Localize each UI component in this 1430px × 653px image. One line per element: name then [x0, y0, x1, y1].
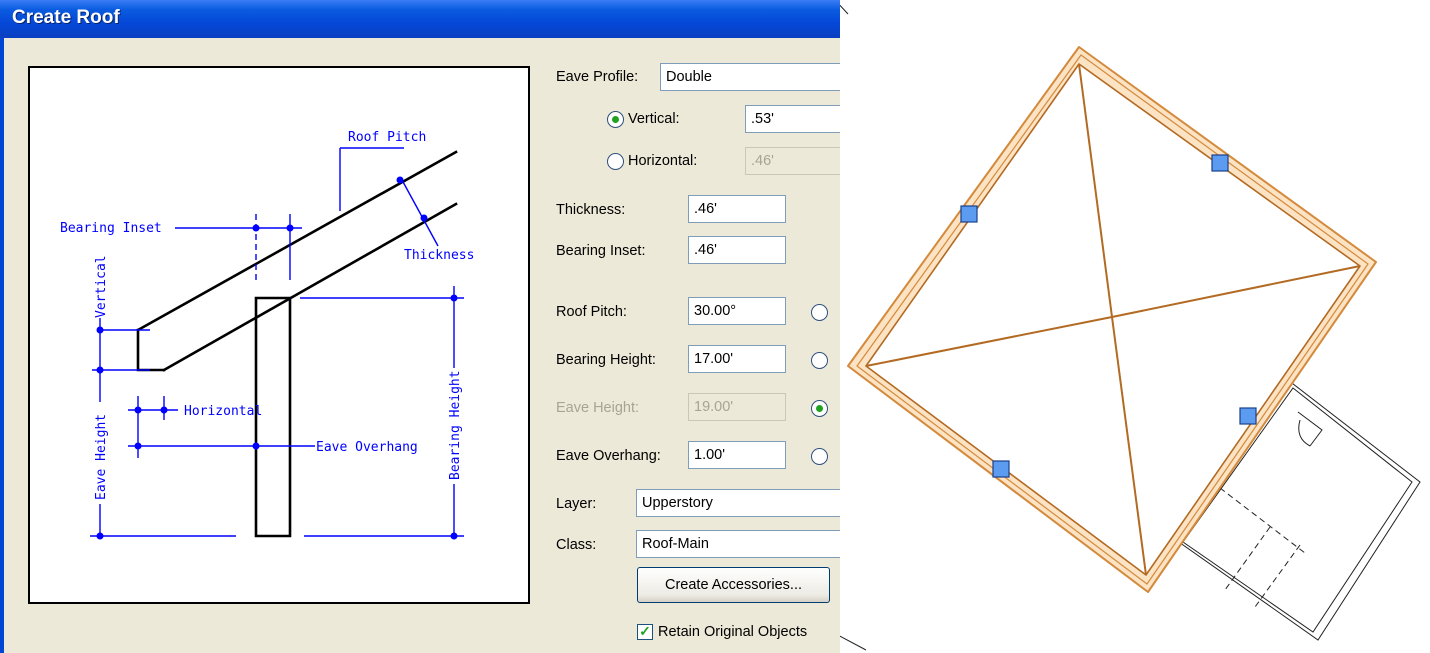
- edit-handle-bottom[interactable]: [992, 460, 1010, 478]
- eave-end-line: [136, 328, 166, 372]
- retain-original-checkbox[interactable]: ✓: [637, 624, 653, 640]
- diagram-label-eave-overhang: Eave Overhang: [316, 440, 418, 455]
- bearing-height-label: Bearing Height:: [556, 352, 656, 368]
- roof-bottom-line: [162, 202, 458, 372]
- eave-height-label: Eave Height:: [556, 400, 640, 416]
- diagram-label-thickness: Thickness: [404, 248, 474, 263]
- roof-pitch-label: Roof Pitch:: [556, 304, 627, 320]
- plan-edge-line: [840, 635, 867, 651]
- layer-label: Layer:: [556, 496, 597, 512]
- edit-handle-left[interactable]: [960, 205, 978, 223]
- vertical-input[interactable]: .53': [745, 105, 840, 133]
- window-border: [0, 38, 4, 653]
- diagram-label-horizontal: Horizontal: [184, 404, 262, 419]
- diagram-label-eave-height: Eave Height: [94, 414, 109, 500]
- title-bar[interactable]: Create Roof: [0, 0, 840, 38]
- bearing-inset-input[interactable]: .46': [688, 236, 786, 264]
- edit-handle-right[interactable]: [1239, 407, 1257, 425]
- thickness-label: Thickness:: [556, 202, 626, 218]
- vertical-radio[interactable]: [607, 111, 624, 128]
- diagram-label-vertical: Vertical: [94, 255, 109, 318]
- thickness-dim-line: [401, 179, 439, 247]
- eave-overhang-label: Eave Overhang:: [556, 448, 661, 464]
- create-roof-dialog: Create Roof Roof Pitch Bearing Inset Thi…: [0, 0, 840, 653]
- roof-diagram-drawing: Roof Pitch Bearing Inset Thickness Horiz…: [60, 130, 474, 540]
- roof-diagram: Roof Pitch Bearing Inset Thickness Horiz…: [28, 66, 530, 604]
- roof-plan-view: [840, 4, 1421, 651]
- thickness-input[interactable]: .46': [688, 195, 786, 223]
- diagram-label-bearing-height: Bearing Height: [448, 370, 463, 480]
- eave-height-radio[interactable]: [811, 400, 828, 417]
- class-select[interactable]: Roof-Main: [636, 530, 840, 558]
- layer-select[interactable]: Upperstory: [636, 489, 840, 517]
- diagram-label-bearing-inset: Bearing Inset: [60, 221, 162, 236]
- bearing-inset-label: Bearing Inset:: [556, 243, 646, 259]
- eave-overhang-input[interactable]: 1.00': [688, 441, 786, 469]
- vertical-label: Vertical:: [628, 111, 680, 127]
- edit-handle-top[interactable]: [1211, 154, 1229, 172]
- eave-profile-label: Eave Profile:: [556, 69, 639, 85]
- bearing-height-input[interactable]: 17.00': [688, 345, 786, 373]
- roof-top-line: [136, 150, 458, 332]
- horizontal-label: Horizontal:: [628, 153, 698, 169]
- eave-profile-select[interactable]: Double: [660, 63, 840, 91]
- bearing-height-radio[interactable]: [811, 352, 828, 369]
- horizontal-radio[interactable]: [607, 153, 624, 170]
- dialog-title: Create Roof: [12, 7, 120, 28]
- class-label: Class:: [556, 537, 597, 553]
- create-accessories-button[interactable]: Create Accessories...: [637, 567, 830, 603]
- horizontal-input: .46': [745, 147, 840, 175]
- roof-pitch-input[interactable]: 30.00°: [688, 297, 786, 325]
- roof-pitch-radio[interactable]: [811, 304, 828, 321]
- eave-overhang-radio[interactable]: [811, 448, 828, 465]
- retain-original-label: Retain Original Objects: [658, 624, 808, 640]
- diagram-label-roof-pitch: Roof Pitch: [348, 130, 426, 145]
- eave-height-input: 19.00': [688, 393, 786, 421]
